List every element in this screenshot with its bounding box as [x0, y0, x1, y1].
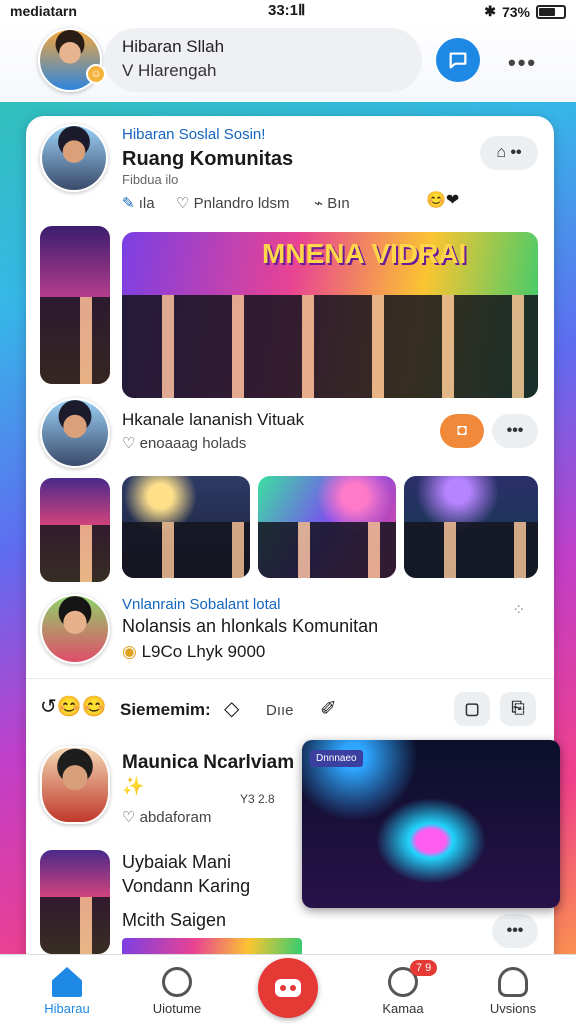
tab-volume[interactable]: Uiotume — [132, 963, 222, 1016]
post-title: Ruang Komunitas — [122, 148, 294, 170]
hero-image[interactable]: MNENA VIDRAI — [122, 232, 538, 398]
chat-bubble-icon — [449, 52, 467, 69]
post5-more-button[interactable]: ••• — [492, 914, 538, 948]
reaction-stack-icon: ↺😊😊 — [40, 696, 107, 718]
battery-percent: 73% — [501, 3, 530, 20]
link-icon: ⌁ — [314, 195, 328, 212]
lock-icon: ⌂ •• — [496, 144, 522, 161]
battery-icon — [536, 4, 566, 19]
camera-icon: ◘ — [457, 422, 467, 439]
post5-line2: Vondann Karing — [122, 876, 251, 896]
status-bar: mediatarn 33:1Ⅱ ✱ 73% — [0, 0, 576, 22]
post3-title: Nolansis an hlonkals Komunitan — [122, 616, 379, 636]
post3-avatar[interactable] — [40, 594, 110, 664]
post5-line1: Uybaiak Mani — [122, 852, 232, 872]
poster-thumbnail[interactable] — [40, 226, 110, 384]
coin-icon: ◉ — [122, 642, 142, 661]
follow-button[interactable]: ⌂ •• — [480, 136, 538, 170]
tab-profile[interactable]: Uvsions — [468, 963, 558, 1016]
save-button[interactable]: ▢ — [454, 692, 490, 726]
gamepad-icon — [275, 979, 301, 997]
post-avatar[interactable] — [40, 124, 108, 192]
video-thumb-2[interactable] — [258, 476, 396, 578]
poster2-thumbnail[interactable] — [40, 478, 110, 582]
options-dots-icon[interactable]: ⁘ — [512, 600, 525, 620]
chat-button[interactable] — [436, 38, 480, 82]
post5-line3: Mcith Saigen — [122, 910, 227, 930]
post3-count: ◉ L9Co Lhyk 9000 — [122, 642, 266, 661]
like-action[interactable]: ✎ ıla — [122, 194, 155, 212]
post2-avatar[interactable] — [40, 398, 110, 468]
post4-time: Y3 2.8 — [240, 792, 275, 806]
post2-subtitle: ♡ enoaaag holads — [122, 435, 247, 452]
video-thumb-1[interactable] — [122, 476, 250, 578]
home-icon — [52, 967, 82, 997]
reaction-label: Siememim: — [120, 700, 211, 719]
header-title: Hibaran Sllah — [122, 37, 225, 56]
camera-button[interactable]: ◘ — [440, 414, 484, 448]
post3-meta: Vnlanrain Sobalant lotal — [122, 596, 281, 613]
post-meta: Hibaran Soslal Sosin! — [122, 126, 266, 143]
post4-title: Maunica Ncarlviam — [122, 752, 295, 773]
floating-video-player[interactable]: Dnnnaeo — [302, 740, 560, 908]
heart-icon: ♡ — [122, 809, 140, 826]
notification-badge: 7 9 — [410, 960, 438, 976]
like-icon[interactable]: ◇ — [224, 696, 239, 721]
status-icons: ✱ 73% — [484, 3, 566, 20]
share-action[interactable]: ⌁ Bın — [314, 194, 350, 212]
tab-home[interactable]: Hibarau — [22, 963, 112, 1016]
bookmark-icon: ▢ — [464, 701, 480, 718]
comment-icon[interactable]: ✐ — [320, 696, 337, 721]
sparkle-icon: ✨ — [122, 776, 145, 796]
post4-avatar[interactable] — [40, 746, 110, 824]
clock: 33:1Ⅱ — [268, 2, 306, 19]
more-button[interactable]: ••• — [492, 414, 538, 448]
create-button[interactable] — [258, 958, 318, 1018]
divider — [26, 678, 554, 679]
more-options-icon[interactable]: ••• — [508, 50, 537, 76]
video-tag: Dnnnaeo — [310, 750, 363, 767]
heart-icon: ♡ — [176, 195, 194, 212]
reaction-icons: 😊❤ — [426, 192, 460, 209]
post-subtitle: Fibdua ilo — [122, 172, 179, 187]
carrier-label: mediatarn — [10, 3, 77, 19]
user-icon — [498, 967, 528, 997]
share-icon: ⎘ — [511, 700, 525, 717]
hero-banner-text: MNENA VIDRAI — [262, 238, 467, 269]
reaction-option[interactable]: Dııe — [266, 702, 294, 719]
share-button[interactable]: ⎘ — [500, 692, 536, 726]
avatar-emoji-badge: ☺ — [86, 64, 106, 84]
search-pill[interactable]: Hibaran Sllah V Hlarengah — [104, 28, 422, 92]
post2-title: Hkanale lananish Vituak — [122, 410, 305, 429]
post4-subtitle: ♡ abdaforam — [122, 809, 212, 826]
header-subtitle: V Hlarengah — [122, 61, 217, 80]
pencil-icon: ✎ — [122, 195, 139, 212]
heart-icon: ♡ — [122, 435, 140, 452]
video-thumb-3[interactable] — [404, 476, 538, 578]
heart-action[interactable]: ♡ Pnlandro ldsm — [176, 194, 290, 212]
emoji-icon — [162, 967, 192, 997]
bluetooth-icon: ✱ — [484, 3, 496, 19]
poster5-thumbnail[interactable] — [40, 850, 110, 954]
